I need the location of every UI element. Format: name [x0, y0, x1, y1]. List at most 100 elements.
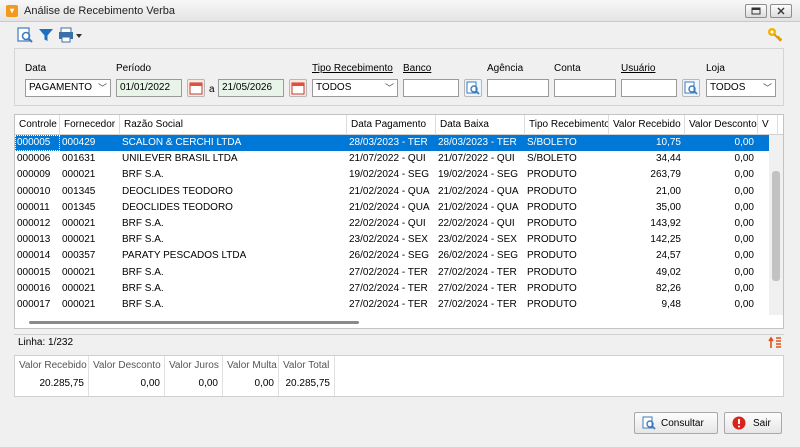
filter-icon[interactable] [37, 26, 55, 44]
cell-controle: 000010 [17, 185, 51, 197]
cell-data-baixa: 21/02/2024 - QUA [438, 185, 519, 197]
column-header-tipo-recebimento[interactable]: Tipo Recebimento [525, 115, 609, 135]
loja-select-value: TODOS [710, 82, 746, 93]
cell-valor-desconto: 0,00 [734, 218, 754, 229]
column-header-valor-extra[interactable]: V [758, 115, 778, 135]
vertical-scroll-thumb[interactable] [772, 171, 780, 281]
cell-tipo-recebimento: PRODUTO [527, 266, 577, 278]
table-row[interactable]: 000006 001631 UNILEVER BRASIL LTDA 21/07/20… [15, 151, 769, 167]
results-grid[interactable]: Controle Fornecedor Razão Social Data Pagam… [14, 114, 784, 329]
column-header-valor-desconto[interactable]: Valor Desconto [685, 115, 758, 135]
conta-input[interactable] [554, 79, 616, 97]
column-header-data-baixa[interactable]: Data Baixa [436, 115, 525, 135]
window-title: Análise de Recebimento Verba [24, 4, 176, 17]
cell-data-baixa: 28/03/2023 - TER [438, 137, 517, 148]
cell-controle: 000009 [17, 169, 51, 181]
cell-razao-social: PARATY PESCADOS LTDA [122, 250, 247, 262]
cell-data-baixa: 19/02/2024 - SEG [438, 169, 519, 181]
close-button[interactable] [770, 4, 792, 18]
periodo-start-input[interactable]: 01/01/2022 [116, 79, 182, 97]
banco-label[interactable]: Banco [403, 63, 431, 74]
table-row[interactable]: 000013 000021 BRF S.A. 23/02/2024 - SEX 23/0… [15, 232, 769, 248]
periodo-end-input[interactable]: 21/05/2026 [218, 79, 284, 97]
calendar-icon [189, 82, 203, 95]
cell-valor-recebido: 10,75 [655, 137, 681, 148]
column-header-razao-social[interactable]: Razão Social [120, 115, 347, 135]
print-icon[interactable] [57, 26, 75, 44]
cell-data-pagamento: 27/02/2024 - TER [349, 266, 428, 278]
column-header-fornecedor[interactable]: Fornecedor [60, 115, 120, 135]
key-icon[interactable] [766, 26, 784, 44]
calendar-icon [291, 82, 305, 95]
horizontal-scrollbar[interactable] [15, 316, 771, 328]
cell-data-pagamento: 23/02/2024 - SEX [349, 234, 428, 246]
table-row[interactable]: 000015 000021 BRF S.A. 27/02/2024 - TER 27/0… [15, 265, 769, 281]
column-header-valor-recebido[interactable]: Valor Recebido [609, 115, 685, 135]
sort-arrows-icon[interactable] [768, 336, 782, 350]
data-label: Data [25, 63, 47, 74]
toolbar [0, 22, 800, 48]
table-row[interactable]: 000010 001345 DEOCLIDES TEODORO 21/02/2024 … [15, 184, 769, 200]
cell-controle: 000005 [15, 135, 60, 151]
column-header-data-pagamento[interactable]: Data Pagamento [347, 115, 436, 135]
cell-controle: 000015 [17, 266, 51, 278]
cell-data-pagamento: 28/03/2023 - TER [349, 137, 428, 148]
usuario-search-button[interactable] [682, 79, 700, 97]
cell-razao-social: BRF S.A. [122, 234, 164, 246]
banco-input[interactable] [403, 79, 459, 97]
total-valor-juros: Valor Juros 0,00 [165, 356, 223, 396]
conta-label: Conta [554, 63, 581, 74]
horizontal-scroll-thumb[interactable] [29, 321, 359, 324]
table-row[interactable]: 000011 001345 DEOCLIDES TEODORO 21/02/2024 … [15, 200, 769, 216]
total-value-valor-total: 20.285,75 [285, 378, 331, 389]
status-line: Linha: 1/232 [14, 334, 784, 350]
column-header-controle[interactable]: Controle [15, 115, 60, 135]
table-row[interactable]: 000017 000021 BRF S.A. 27/02/2024 - TER 27/0… [15, 297, 769, 313]
data-select[interactable]: PAGAMENTO ﹀ [25, 79, 111, 97]
row-counter: Linha: 1/232 [18, 337, 74, 348]
cell-valor-desconto: 0,00 [734, 185, 754, 197]
cell-controle: 000011 [17, 201, 50, 213]
table-row[interactable]: 000012 000021 BRF S.A. 22/02/2024 - QUI 22/0… [15, 216, 769, 232]
agencia-input[interactable] [487, 79, 549, 97]
cell-data-pagamento: 21/07/2022 - QUI [349, 153, 426, 165]
table-row[interactable]: 000016 000021 BRF S.A. 27/02/2024 - TER 27/0… [15, 281, 769, 297]
consultar-button[interactable]: Consultar [634, 412, 718, 434]
vertical-scrollbar[interactable] [769, 135, 783, 315]
table-row[interactable]: 000009 000021 BRF S.A. 19/02/2024 - SEG 19/0… [15, 167, 769, 183]
cell-valor-recebido: 21,00 [655, 185, 681, 197]
search-document-icon[interactable] [16, 26, 34, 44]
tipo-recebimento-label[interactable]: Tipo Recebimento [312, 63, 393, 74]
cell-razao-social: SCALON & CERCHI LTDA [122, 137, 242, 148]
usuario-input[interactable] [621, 79, 677, 97]
cell-fornecedor: 000021 [62, 282, 96, 294]
calendar-end-button[interactable] [289, 79, 307, 97]
tipo-recebimento-select[interactable]: TODOS ﹀ [312, 79, 398, 97]
banco-search-button[interactable] [464, 79, 482, 97]
cell-tipo-recebimento: PRODUTO [527, 250, 577, 262]
cell-fornecedor: 000021 [62, 266, 96, 278]
calendar-start-button[interactable] [187, 79, 205, 97]
cell-valor-recebido: 82,26 [655, 282, 681, 294]
cell-fornecedor: 001345 [62, 201, 96, 213]
total-value-valor-recebido: 20.285,75 [39, 378, 85, 389]
chevron-down-icon: ﹀ [97, 83, 107, 93]
cell-tipo-recebimento: PRODUTO [527, 169, 577, 181]
cell-tipo-recebimento: PRODUTO [527, 299, 577, 310]
cell-valor-desconto: 0,00 [734, 250, 754, 262]
cell-valor-desconto: 0,00 [734, 137, 754, 148]
cell-data-pagamento: 27/02/2024 - TER [349, 299, 428, 310]
cell-data-baixa: 21/02/2024 - QUA [438, 201, 519, 213]
cell-valor-recebido: 142,25 [650, 234, 681, 246]
table-row[interactable]: 000005 000429 SCALON & CERCHI LTDA 28/03/20… [15, 135, 769, 152]
sair-button[interactable]: Sair [724, 412, 782, 434]
table-row[interactable]: 000014 000357 PARATY PESCADOS LTDA 26/02/20… [15, 248, 769, 264]
cell-data-pagamento: 21/02/2024 - QUA [349, 201, 430, 213]
chevron-down-icon[interactable] [76, 34, 82, 38]
restore-button[interactable] [745, 4, 767, 18]
cell-tipo-recebimento: PRODUTO [527, 185, 577, 197]
agencia-label: Agência [487, 63, 524, 74]
cell-valor-desconto: 0,00 [734, 201, 754, 213]
loja-select[interactable]: TODOS ﹀ [706, 79, 776, 97]
usuario-label[interactable]: Usuário [621, 63, 655, 74]
